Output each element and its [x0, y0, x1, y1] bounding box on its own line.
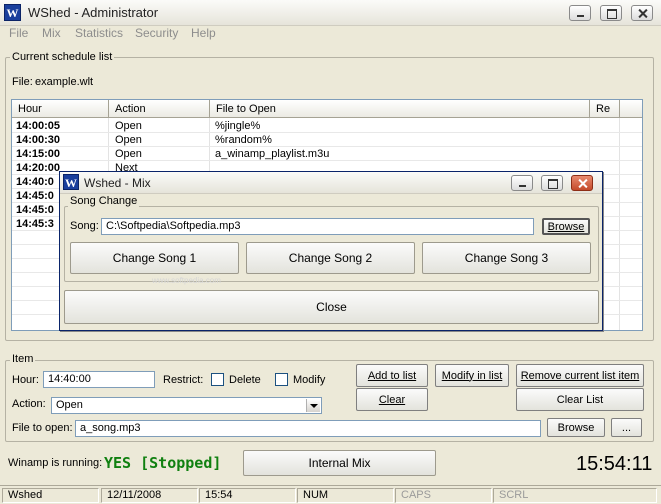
change-song-3-button[interactable]: Change Song 3 [422, 242, 591, 274]
mix-title: Wshed - Mix [84, 176, 151, 190]
table-header: Hour Action File to Open Re [12, 100, 642, 118]
menu-bar: File Mix Statistics Security Help [0, 26, 661, 44]
add-to-list-button[interactable]: Add to list [356, 364, 428, 387]
table-row-action[interactable]: Open [115, 133, 142, 147]
clear-button[interactable]: Clear [356, 388, 428, 411]
restrict-label: Restrict: [163, 374, 204, 386]
menu-help[interactable]: Help [191, 26, 216, 44]
internal-mix-button[interactable]: Internal Mix [243, 450, 436, 476]
status-caps: CAPS [395, 488, 492, 503]
table-row-file[interactable]: a_winamp_playlist.m3u [215, 147, 329, 161]
winamp-status: YES [Stopped] [104, 454, 222, 472]
column-file[interactable]: File to Open [210, 100, 590, 118]
minimize-icon [570, 6, 590, 20]
table-row-hour[interactable]: 14:45:0 [16, 189, 54, 203]
table-row-hour[interactable]: 14:15:00 [16, 147, 60, 161]
column-repeat[interactable]: Re [590, 100, 620, 118]
file-browse-button[interactable]: Browse [547, 418, 605, 437]
status-date: 12/11/2008 [101, 488, 198, 503]
minimize-button[interactable] [569, 5, 591, 21]
modify-checkbox[interactable] [275, 373, 288, 386]
action-select-value: Open [56, 399, 83, 411]
ellipsis-button[interactable]: ... [611, 418, 642, 437]
action-select[interactable]: Open [51, 397, 322, 414]
file-to-open-input[interactable]: a_song.mp3 [75, 420, 541, 437]
delete-checkbox[interactable] [211, 373, 224, 386]
mix-close-button[interactable] [571, 175, 593, 191]
maximize-icon [601, 6, 621, 20]
close-icon [632, 6, 652, 20]
chevron-down-icon[interactable] [306, 399, 320, 412]
table-row-file[interactable]: %jingle% [215, 119, 260, 133]
change-song-1-button[interactable]: Change Song 1 [70, 242, 239, 274]
song-label: Song: [70, 220, 99, 232]
hour-label: Hour: [12, 374, 39, 386]
clear-list-button[interactable]: Clear List [516, 388, 644, 411]
remove-item-button[interactable]: Remove current list item [516, 364, 644, 387]
mix-minimize-button[interactable] [511, 175, 533, 191]
song-input[interactable]: C:\Softpedia\Softpedia.mp3 [101, 218, 534, 235]
action-label: Action: [12, 398, 46, 410]
winamp-label: Winamp is running: [8, 457, 103, 469]
status-scrl: SCRL [493, 488, 657, 503]
delete-label: Delete [229, 374, 261, 386]
table-row-action[interactable]: Open [115, 147, 142, 161]
maximize-button[interactable] [600, 5, 622, 21]
mix-close-dialog-button[interactable]: Close [64, 290, 599, 324]
song-change-label: Song Change [68, 195, 140, 207]
column-action[interactable]: Action [109, 100, 210, 118]
menu-security[interactable]: Security [135, 26, 178, 44]
status-time: 15:54 [199, 488, 296, 503]
menu-mix[interactable]: Mix [42, 26, 61, 44]
mix-title-bar[interactable]: W Wshed - Mix [60, 172, 602, 194]
table-row-hour[interactable]: 14:45:0 [16, 203, 54, 217]
app-icon: W [4, 4, 21, 21]
change-song-2-button[interactable]: Change Song 2 [246, 242, 415, 274]
file-label: File: [12, 76, 33, 88]
mix-browse-button[interactable]: Browse [542, 218, 590, 235]
mix-maximize-button[interactable] [541, 175, 563, 191]
modify-label: Modify [293, 374, 326, 386]
title-bar[interactable]: W WShed - Administrator [0, 0, 661, 26]
item-group-label: Item [10, 353, 36, 365]
table-row-hour[interactable]: 14:40:0 [16, 175, 54, 189]
file-to-open-label: File to open: [12, 422, 73, 434]
minimize-icon [512, 176, 532, 190]
table-row-hour[interactable]: 14:20:00 [16, 161, 60, 175]
mix-app-icon: W [63, 174, 79, 190]
menu-statistics[interactable]: Statistics [75, 26, 123, 44]
table-row-action[interactable]: Open [115, 119, 142, 133]
window-title: WShed - Administrator [28, 5, 159, 20]
table-row-file[interactable]: %random% [215, 133, 272, 147]
mix-dialog: W Wshed - Mix Song Change Song: C:\Softp… [59, 171, 603, 331]
modify-in-list-button[interactable]: Modify in list [435, 364, 509, 387]
file-name: example.wlt [35, 76, 94, 88]
close-button[interactable] [631, 5, 653, 21]
table-row-hour[interactable]: 14:45:3 [16, 217, 54, 231]
maximize-icon [542, 176, 562, 190]
menu-file[interactable]: File [9, 26, 28, 44]
watermark: www.softpedia.com [152, 276, 221, 285]
schedule-group-label: Current schedule list [10, 51, 115, 63]
status-bar: Wshed 12/11/2008 15:54 NUM CAPS SCRL [0, 485, 661, 504]
table-row-hour[interactable]: 14:00:30 [16, 133, 60, 147]
column-hour[interactable]: Hour [12, 100, 109, 118]
table-row-hour[interactable]: 14:00:05 [16, 119, 60, 133]
clock: 15:54:11 [576, 453, 653, 475]
close-icon [572, 176, 592, 190]
hour-input[interactable]: 14:40:00 [43, 371, 155, 388]
status-app: Wshed [2, 488, 99, 503]
status-num: NUM [297, 488, 394, 503]
